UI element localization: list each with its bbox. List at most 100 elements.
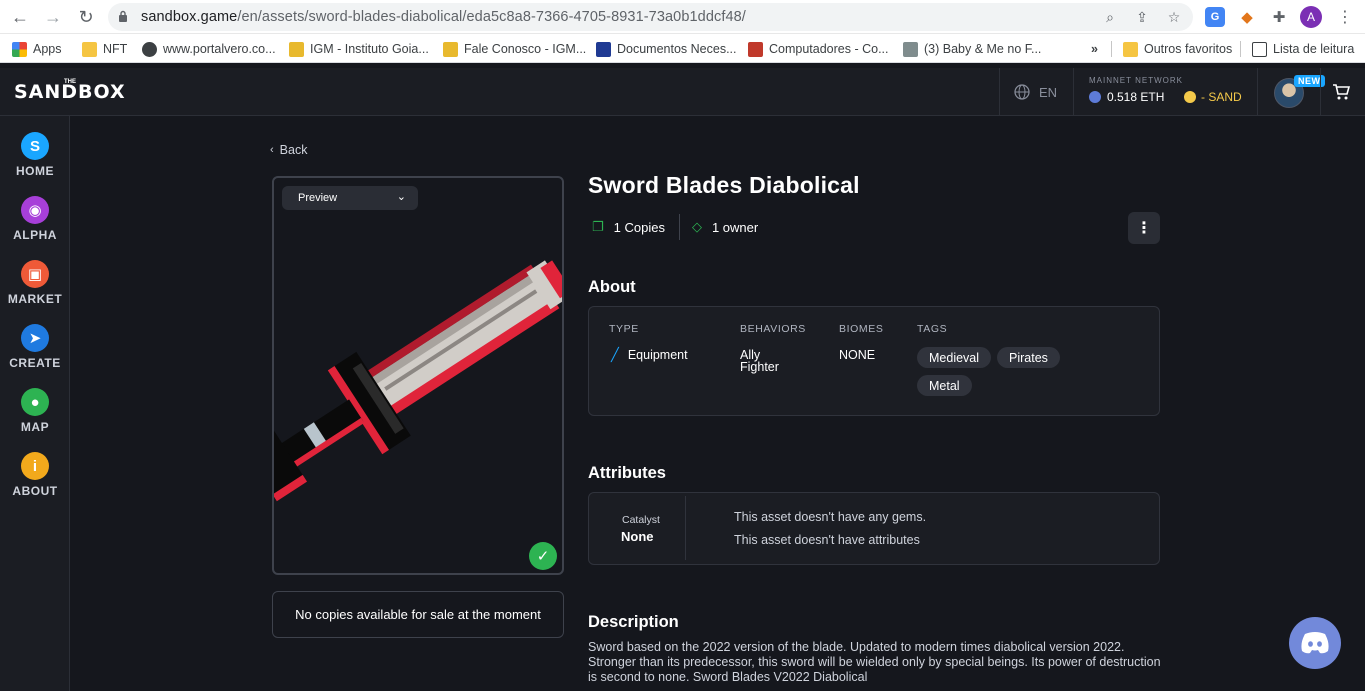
sidebar-item-about[interactable]: i ABOUT — [0, 452, 70, 508]
attributes-divider — [685, 496, 686, 560]
sword-type-icon: ╱ — [611, 347, 619, 362]
no-copies-notice: No copies available for sale at the mome… — [272, 591, 564, 638]
gamepad-icon: ◉ — [21, 196, 49, 224]
globe-icon — [142, 41, 157, 57]
site-icon — [289, 41, 304, 57]
chevron-left-icon: ‹ — [270, 144, 274, 156]
asset-preview[interactable]: Preview ⌄ ✓ — [272, 176, 564, 575]
bookmark-outros-favoritos[interactable]: Outros favoritos — [1123, 40, 1232, 58]
tag-medieval[interactable]: Medieval — [917, 347, 992, 368]
back-link[interactable]: ‹ Back — [270, 143, 307, 157]
tag-metal[interactable]: Metal — [917, 375, 972, 396]
site-icon — [748, 41, 763, 57]
header-divider — [999, 68, 1000, 116]
sidebar-item-label: ALPHA — [13, 228, 57, 242]
bookmark-fale-conosco[interactable]: Fale Conosco - IGM... — [443, 40, 586, 58]
bookmark-baby-me[interactable]: (3) Baby & Me no F... — [903, 40, 1041, 58]
bookmarks-overflow-chevron[interactable]: » — [1091, 40, 1098, 58]
market-store-icon: ▣ — [21, 260, 49, 288]
sidebar-item-label: MARKET — [7, 292, 63, 306]
bookmark-computadores[interactable]: Computadores - Co... — [748, 40, 889, 58]
bookmark-nft[interactable]: NFT — [82, 40, 127, 58]
browser-menu-icon[interactable]: ⋮ — [1333, 5, 1357, 29]
asset-title: Sword Blades Diabolical — [588, 172, 860, 198]
bookmarks-divider — [1111, 41, 1112, 57]
shopping-cart-icon[interactable] — [1332, 83, 1350, 101]
behaviors-value: Ally Fighter — [740, 348, 779, 374]
sidebar-item-alpha[interactable]: ◉ ALPHA — [0, 196, 70, 252]
attributes-heading: Attributes — [588, 464, 666, 482]
sand-balance: - SAND — [1184, 90, 1242, 104]
header-divider — [1257, 68, 1258, 116]
lock-icon — [119, 10, 127, 22]
site-icon — [443, 41, 458, 57]
sand-coin-icon — [1184, 91, 1196, 103]
sword-voxel-image — [274, 260, 562, 502]
site-icon — [903, 41, 918, 57]
apps-grid-icon — [12, 41, 27, 57]
map-pin-icon: ● — [21, 388, 49, 416]
about-heading: About — [588, 278, 636, 296]
about-card: TYPE ╱ Equipment BEHAVIORS Ally Fighter … — [588, 306, 1160, 416]
sidebar-item-label: HOME — [16, 164, 54, 178]
translate-extension-icon[interactable]: G — [1205, 7, 1225, 27]
asset-meta: ❐ 1 Copies ◇ 1 owner — [592, 214, 758, 240]
bookmark-lista-de-leitura[interactable]: Lista de leitura — [1252, 40, 1354, 58]
share-icon[interactable]: ⇪ — [1133, 8, 1151, 26]
eth-balance: 0.518 ETH — [1089, 90, 1164, 104]
tags-header: TAGS — [917, 323, 948, 335]
forward-arrow-icon[interactable]: → — [41, 5, 65, 29]
attributes-text: This asset doesn't have attributes — [734, 533, 920, 547]
sidebar-item-label: ABOUT — [12, 484, 58, 498]
owners-count[interactable]: 1 owner — [712, 220, 758, 235]
bookmark-apps[interactable]: Apps — [12, 40, 62, 58]
folder-icon — [1123, 41, 1138, 57]
address-bar[interactable]: sandbox.game/en/assets/sword-blades-diab… — [108, 3, 1193, 31]
behaviors-header: BEHAVIORS — [740, 323, 806, 335]
copies-count: 1 Copies — [613, 219, 665, 235]
bookmarks-divider — [1240, 41, 1241, 57]
app-header: THE SANDBOX EN MAINNET NETWORK 0.518 ETH… — [0, 68, 1365, 116]
metamask-extension-icon[interactable]: ◆ — [1237, 7, 1257, 27]
tag-owner-icon: ◇ — [691, 219, 702, 234]
copies-icon: ❐ — [592, 219, 604, 234]
description-heading: Description — [588, 613, 679, 631]
folder-icon — [82, 41, 97, 57]
discord-chat-button[interactable] — [1289, 617, 1341, 669]
reading-list-icon — [1252, 41, 1267, 57]
language-selector[interactable]: EN — [1014, 84, 1057, 100]
zoom-icon[interactable]: ⌕ — [1101, 8, 1119, 26]
meta-divider — [678, 214, 680, 240]
sidebar-item-map[interactable]: ● MAP — [0, 388, 70, 444]
discord-icon — [1301, 632, 1329, 654]
profile-avatar[interactable]: A — [1300, 6, 1322, 28]
gems-text: This asset doesn't have any gems. — [734, 510, 927, 524]
type-header: TYPE — [609, 323, 639, 335]
info-icon: i — [21, 452, 49, 480]
catalyst-label: Catalyst — [622, 514, 660, 526]
bookmark-star-icon[interactable]: ☆ — [1165, 8, 1183, 26]
site-icon — [596, 41, 611, 57]
sidebar-item-create[interactable]: ➤ CREATE — [0, 324, 70, 380]
eth-coin-icon — [1089, 91, 1101, 103]
attributes-card: Catalyst None This asset doesn't have an… — [588, 492, 1160, 565]
catalyst-value: None — [621, 529, 654, 544]
tag-pirates[interactable]: Pirates — [997, 347, 1060, 368]
bookmark-documentos[interactable]: Documentos Neces... — [596, 40, 737, 58]
sidebar-item-label: CREATE — [9, 356, 61, 370]
header-divider — [1320, 68, 1321, 116]
home-icon: S — [21, 132, 49, 160]
extensions-puzzle-icon[interactable]: ✚ — [1269, 7, 1289, 27]
bookmark-portalvero[interactable]: www.portalvero.co... — [142, 40, 276, 58]
sidebar-item-home[interactable]: S HOME — [0, 132, 70, 188]
bookmark-igm-instituto[interactable]: IGM - Instituto Goia... — [289, 40, 429, 58]
more-options-button[interactable]: ⋮ — [1128, 212, 1160, 244]
sandbox-logo[interactable]: SANDBOX — [14, 81, 126, 103]
sidebar-item-label: MAP — [20, 420, 50, 434]
rocket-icon: ➤ — [21, 324, 49, 352]
reload-icon[interactable]: ↻ — [74, 5, 98, 29]
browser-toolbar: ← → ↻ sandbox.game/en/assets/sword-blade… — [0, 0, 1365, 34]
network-label: MAINNET NETWORK — [1089, 76, 1183, 85]
sidebar-item-market[interactable]: ▣ MARKET — [0, 260, 70, 316]
back-arrow-icon[interactable]: ← — [8, 5, 32, 29]
